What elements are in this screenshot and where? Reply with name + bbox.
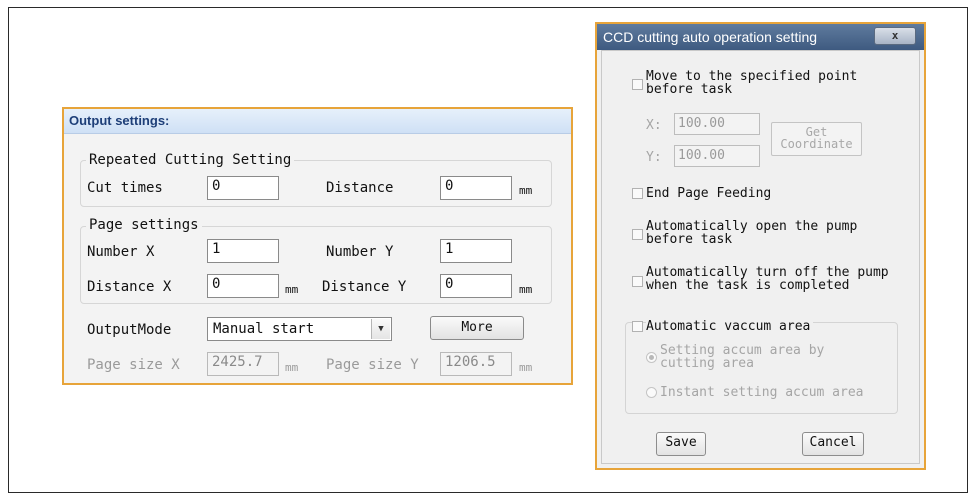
distance-input[interactable]: 0 [440, 176, 512, 200]
distance-y-input[interactable]: 0 [440, 274, 512, 298]
x-label: X: [646, 118, 662, 133]
instant-vacuum-label: Instant setting accum area [660, 385, 864, 400]
save-button[interactable]: Save [656, 432, 706, 456]
page-size-x-unit: mm [285, 361, 299, 374]
panel-title: Output settings: [64, 109, 571, 134]
dialog-title: CCD cutting auto operation setting [603, 29, 818, 45]
page-settings-label: Page settings [86, 217, 202, 233]
page-size-x-label: Page size X [87, 357, 180, 373]
get-coordinate-label-2: Coordinate [780, 137, 853, 151]
move-point-label-2: before task [646, 82, 733, 97]
number-x-label: Number X [87, 244, 155, 260]
more-button[interactable]: More [430, 316, 524, 340]
number-x-input[interactable]: 1 [207, 239, 279, 263]
number-y-input[interactable]: 1 [440, 239, 512, 263]
y-input: 100.00 [674, 145, 760, 167]
output-mode-label: OutputMode [87, 322, 172, 338]
x-input: 100.00 [674, 113, 760, 135]
close-icon[interactable]: x [874, 27, 916, 45]
page-size-x-input: 2425.7 [207, 352, 279, 376]
page-size-y-unit: mm [519, 361, 533, 374]
vacuum-by-cutting-label-2: cutting area [660, 356, 754, 371]
end-page-feeding-checkbox[interactable] [632, 188, 643, 199]
instant-vacuum-radio [646, 387, 657, 398]
distance-label: Distance [326, 180, 394, 196]
dialog-body: Move to the specified point before task … [601, 50, 920, 464]
cancel-button[interactable]: Cancel [802, 432, 864, 456]
distance-x-unit: mm [285, 283, 299, 296]
distance-unit: mm [519, 184, 533, 197]
output-settings-panel: Output settings: Repeated Cutting Settin… [62, 107, 573, 385]
vacuum-by-cutting-radio [646, 352, 657, 363]
page-size-y-label: Page size Y [326, 357, 419, 373]
cut-times-input[interactable]: 0 [207, 176, 279, 200]
output-mode-value: Manual start [213, 321, 315, 337]
dialog-title-bar: CCD cutting auto operation setting x [597, 24, 924, 50]
distance-y-label: Distance Y [322, 279, 407, 295]
chevron-down-icon[interactable]: ▼ [371, 319, 390, 339]
number-y-label: Number Y [326, 244, 394, 260]
off-pump-label-2: when the task is completed [646, 278, 850, 293]
page-size-y-input: 1206.5 [440, 352, 512, 376]
distance-y-unit: mm [519, 283, 533, 296]
auto-vacuum-checkbox[interactable] [632, 321, 643, 332]
auto-vacuum-label: Automatic vaccum area [646, 320, 814, 333]
off-pump-checkbox[interactable] [632, 276, 643, 287]
distance-x-input[interactable]: 0 [207, 274, 279, 298]
move-point-checkbox[interactable] [632, 79, 643, 90]
end-page-feeding-label: End Page Feeding [646, 186, 772, 201]
ccd-settings-dialog: CCD cutting auto operation setting x Mov… [595, 22, 926, 470]
open-pump-checkbox[interactable] [632, 229, 643, 240]
distance-x-label: Distance X [87, 279, 172, 295]
get-coordinate-button: Get Coordinate [771, 122, 862, 156]
open-pump-label-2: before task [646, 232, 733, 247]
output-mode-select[interactable]: Manual start ▼ [207, 317, 392, 341]
y-label: Y: [646, 150, 662, 165]
repeated-cutting-label: Repeated Cutting Setting [86, 152, 295, 168]
cut-times-label: Cut times [87, 180, 163, 196]
